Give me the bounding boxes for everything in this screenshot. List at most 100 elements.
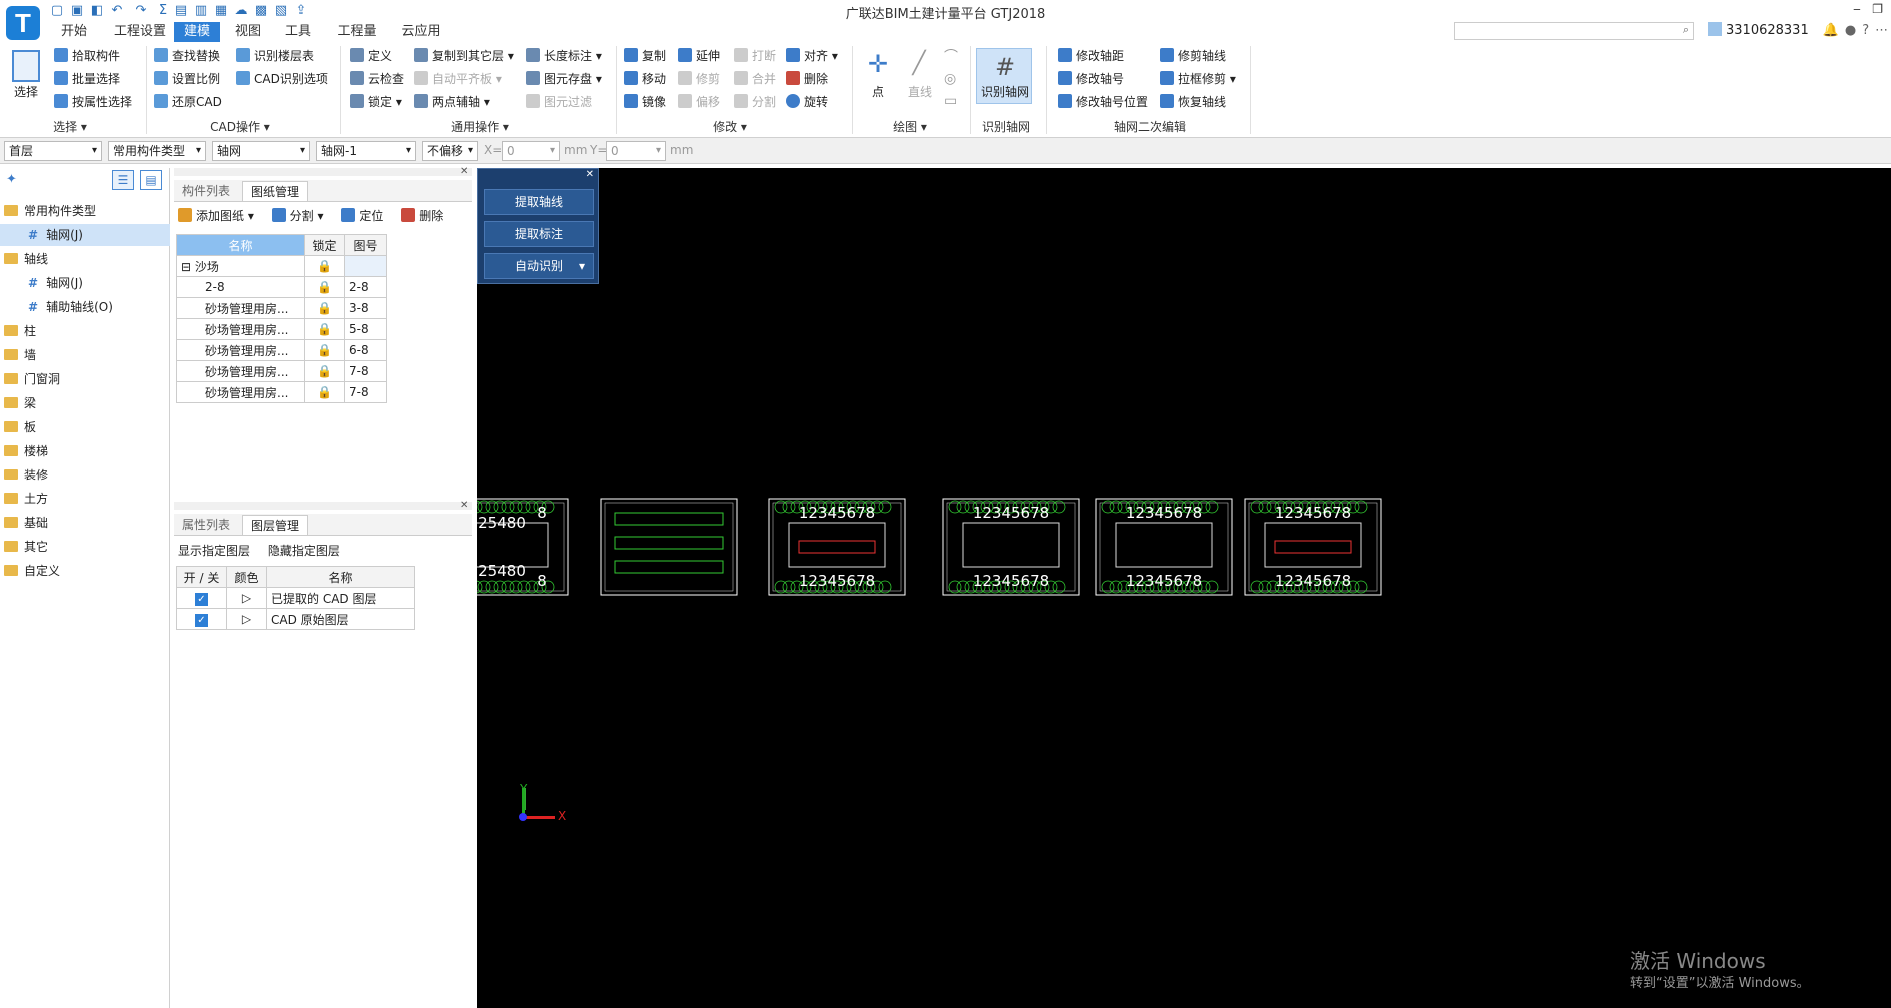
help-icon[interactable]: ? (1862, 23, 1869, 38)
split-drawing-button[interactable]: 分割 ▾ (271, 208, 324, 223)
tree-item[interactable]: # 轴网(J) (0, 272, 170, 294)
tab-layer-mgmt[interactable]: 图层管理 (242, 515, 309, 535)
drawing-name-cell[interactable]: 砂场管理用房... (176, 360, 305, 382)
box-trim-button[interactable]: 拉框修剪 ▾ (1160, 69, 1236, 89)
tree-item[interactable]: 梁 (0, 392, 170, 414)
collapse-icon[interactable]: ⊟ (181, 260, 195, 274)
lock-icon[interactable]: 🔒 (304, 318, 345, 340)
tree-item[interactable]: 轴线 (0, 248, 170, 270)
table-row[interactable]: ✓ ▷ 已提取的 CAD 图层 (176, 587, 415, 609)
user-account[interactable]: 3310628331 🔔 ●? ⋯ (1708, 22, 1888, 38)
lock-icon[interactable]: 🔒 (304, 381, 345, 403)
drawing-name-cell[interactable]: 砂场管理用房... (176, 318, 305, 340)
dropdown-arrow-icon[interactable]: ▾ (579, 254, 585, 278)
tab-drawing-mgmt[interactable]: 图纸管理 (242, 181, 309, 201)
instance-select[interactable]: 轴网-1 (316, 141, 416, 161)
y-input[interactable]: 0 (606, 141, 666, 161)
length-dim-button[interactable]: 长度标注 ▾ (526, 46, 602, 66)
pick-component-button[interactable]: 拾取构件 (54, 46, 120, 66)
extend-button[interactable]: 延伸 (678, 46, 720, 66)
set-scale-button[interactable]: 设置比例 (154, 69, 220, 89)
point-button[interactable]: 点 (872, 82, 884, 102)
select-tool-icon[interactable] (12, 50, 40, 82)
list-view-icon[interactable]: ☰ (112, 170, 134, 190)
drawing-number-cell[interactable] (344, 255, 387, 277)
tree-item[interactable]: 墙 (0, 344, 170, 366)
find-replace-button[interactable]: 查找替换 (154, 46, 220, 66)
table-row[interactable]: 2-8 🔒 2-8 (176, 276, 387, 298)
break-button[interactable]: 打断 (734, 46, 776, 66)
bell-icon[interactable]: 🔔 (1823, 23, 1839, 38)
table-row[interactable]: 砂场管理用房... 🔒 7-8 (176, 381, 387, 403)
save-element-button[interactable]: 图元存盘 ▾ (526, 69, 602, 89)
rotate-button[interactable]: 旋转 (786, 92, 828, 112)
modify-axis-number-button[interactable]: 修改轴号 (1058, 69, 1124, 89)
auto-identify-button[interactable]: 自动识别 ▾ (484, 253, 594, 279)
window-controls[interactable]: ‒ ❐ (1853, 2, 1883, 16)
auto-align-slab-button[interactable]: 自动平齐板 ▾ (414, 69, 502, 89)
drawing-name-cell[interactable]: 砂场管理用房... (176, 339, 305, 361)
trim-axis-button[interactable]: 修剪轴线 (1160, 46, 1226, 66)
cad-options-button[interactable]: CAD识别选项 (236, 69, 328, 89)
define-button[interactable]: 定义 (350, 46, 392, 66)
lock-icon[interactable]: 🔒 (304, 297, 345, 319)
group-modify-label[interactable]: 修改 ▾ (690, 118, 770, 135)
category-select[interactable]: 轴网 (212, 141, 310, 161)
tree-item[interactable]: 装修 (0, 464, 170, 486)
drawing-name-cell[interactable]: 2-8 (176, 276, 305, 298)
col-header-layername[interactable]: 名称 (266, 566, 415, 588)
delete-drawing-button[interactable]: 删除 (401, 208, 443, 223)
drawing-number-cell[interactable]: 7-8 (344, 381, 387, 403)
group-cad-label[interactable]: CAD操作 ▾ (200, 118, 280, 135)
select-button[interactable]: 选择 (14, 82, 38, 102)
tab-start[interactable]: 开始 (52, 22, 96, 42)
point-icon[interactable]: ✛ (864, 50, 892, 78)
mirror-button[interactable]: 镜像 (624, 92, 666, 112)
copy-to-floor-button[interactable]: 复制到其它层 ▾ (414, 46, 514, 66)
lock-icon[interactable]: 🔒 (304, 276, 345, 298)
batch-select-button[interactable]: 批量选择 (54, 69, 120, 89)
modify-axis-distance-button[interactable]: 修改轴距 (1058, 46, 1124, 66)
group-general-label[interactable]: 通用操作 ▾ (430, 118, 530, 135)
tab-component-list[interactable]: 构件列表 (174, 181, 238, 201)
close-icon[interactable]: ✕ (586, 169, 594, 180)
tree-item[interactable]: 门窗洞 (0, 368, 170, 390)
identify-axis-button[interactable]: # 识别轴网 (976, 48, 1032, 104)
table-row[interactable]: ✓ ▷ CAD 原始图层 (176, 608, 415, 630)
hide-layer-button[interactable]: 隐藏指定图层 (268, 544, 340, 558)
new-component-icon[interactable]: ✦ (6, 172, 17, 187)
expand-icon[interactable]: ▷ (226, 608, 267, 630)
locate-button[interactable]: 定位 (341, 208, 383, 223)
col-header-lock[interactable]: 锁定 (304, 234, 345, 256)
restore-axis-button[interactable]: 恢复轴线 (1160, 92, 1226, 112)
lock-icon[interactable]: 🔒 (304, 360, 345, 382)
group-select-label[interactable]: 选择 ▾ (40, 118, 100, 135)
add-drawing-button[interactable]: 添加图纸 ▾ (178, 208, 254, 223)
drawing-number-cell[interactable]: 7-8 (344, 360, 387, 382)
tree-item[interactable]: 柱 (0, 320, 170, 342)
cloud-check-button[interactable]: 云检查 (350, 69, 404, 89)
copy-button[interactable]: 复制 (624, 46, 666, 66)
lock-icon[interactable]: 🔒 (304, 339, 345, 361)
offset-button[interactable]: 偏移 (678, 92, 720, 112)
col-header-name[interactable]: 名称 (176, 234, 305, 256)
floor-select[interactable]: 首层 (4, 141, 102, 161)
card-view-icon[interactable]: ▤ (140, 170, 162, 190)
table-row[interactable]: 砂场管理用房... 🔒 3-8 (176, 297, 387, 319)
tab-tools[interactable]: 工具 (276, 22, 320, 42)
tab-project-settings[interactable]: 工程设置 (108, 22, 172, 42)
tree-item[interactable]: 楼梯 (0, 440, 170, 462)
drawing-number-cell[interactable]: 6-8 (344, 339, 387, 361)
tree-item[interactable]: # 轴网(J) (0, 224, 170, 246)
col-header-onoff[interactable]: 开 / 关 (176, 566, 227, 588)
x-input[interactable]: 0 (502, 141, 560, 161)
tree-item[interactable]: 常用构件类型 (0, 200, 170, 222)
tab-property-list[interactable]: 属性列表 (174, 515, 238, 535)
offset-select[interactable]: 不偏移 (422, 141, 478, 161)
group-draw-label[interactable]: 绘图 ▾ (880, 118, 940, 135)
extract-axis-button[interactable]: 提取轴线 (484, 189, 594, 215)
tree-item[interactable]: 基础 (0, 512, 170, 534)
arc-icons[interactable]: ⌒ ◎ ▭ (944, 46, 958, 112)
col-header-number[interactable]: 图号 (344, 234, 387, 256)
drawing-name-cell[interactable]: ⊟ 沙场 (176, 255, 305, 277)
